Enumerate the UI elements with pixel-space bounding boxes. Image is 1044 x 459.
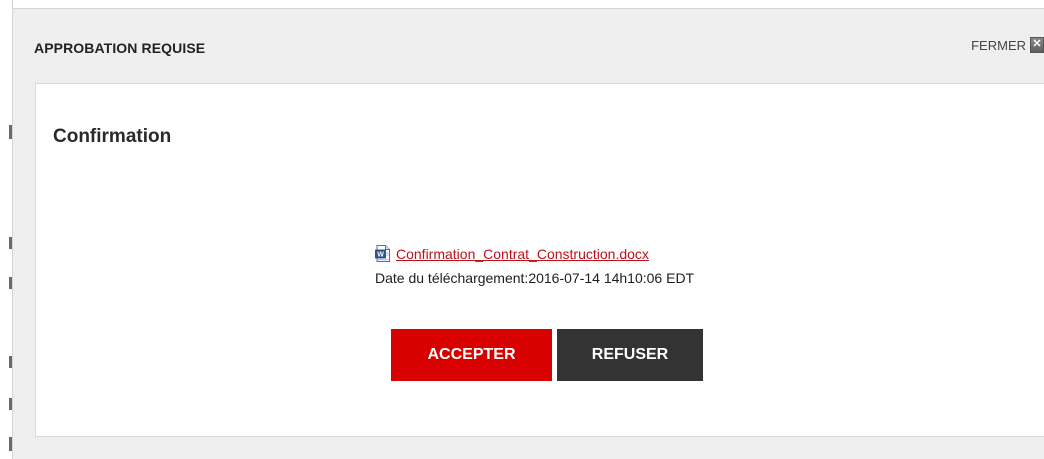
close-label: FERMER	[971, 37, 1026, 53]
dialog-title: APPROBATION REQUISE	[34, 40, 206, 56]
close-button[interactable]: FERMER ✕	[971, 37, 1044, 53]
file-row: W Confirmation_Contrat_Construction.docx	[375, 245, 649, 262]
refuse-button[interactable]: REFUSER	[557, 329, 703, 381]
close-icon: ✕	[1030, 37, 1044, 53]
upload-date: Date du téléchargement:2016-07-14 14h10:…	[375, 270, 695, 286]
svg-text:W: W	[377, 252, 384, 259]
confirmation-heading: Confirmation	[53, 126, 172, 147]
dialog-header: APPROBATION REQUISE FERMER ✕	[13, 9, 1044, 83]
dialog-body: Confirmation W Confirmation_Contrat_Cons…	[35, 83, 1044, 437]
approval-dialog: APPROBATION REQUISE FERMER ✕ Confirmatio…	[12, 8, 1044, 459]
page: APPROBATION REQUISE FERMER ✕ Confirmatio…	[0, 0, 1044, 459]
accept-button[interactable]: ACCEPTER	[391, 329, 552, 381]
file-download-link[interactable]: Confirmation_Contrat_Construction.docx	[396, 246, 649, 262]
word-document-icon[interactable]: W	[375, 245, 391, 262]
